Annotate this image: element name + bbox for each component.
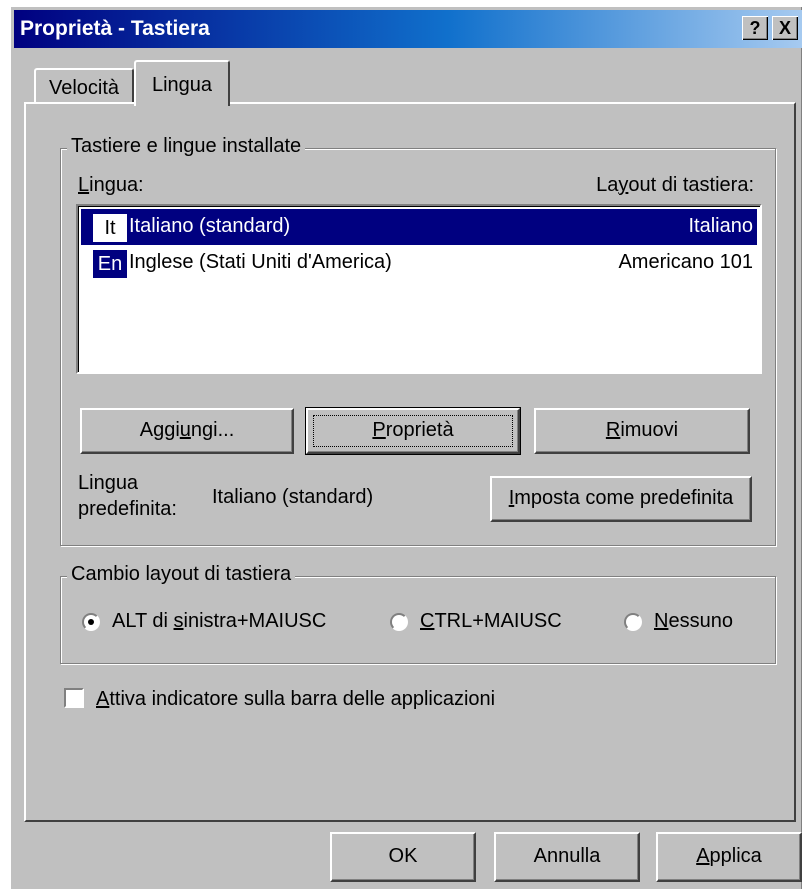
language-indicator-en: En	[93, 250, 127, 278]
remove-button[interactable]: Rimuovi	[534, 408, 750, 454]
set-default-button[interactable]: Imposta come predefinita	[490, 476, 752, 522]
taskbar-indicator-checkbox[interactable]	[64, 688, 84, 708]
language-name: Inglese (Stati Uniti d'America)	[129, 251, 392, 273]
help-button[interactable]: ?	[742, 16, 768, 40]
radio-button[interactable]	[390, 613, 408, 631]
radio-button[interactable]	[624, 613, 642, 631]
language-indicator-it: It	[93, 214, 127, 242]
properties-button[interactable]: Proprietà	[305, 407, 521, 455]
radio-ctrl-shift-label: CTRL+MAIUSC	[420, 610, 562, 632]
list-item[interactable]: It Italiano (standard) Italiano	[81, 209, 757, 245]
tab-lingua-label: Lingua	[151, 74, 213, 96]
ok-button[interactable]: OK	[330, 832, 476, 882]
close-button[interactable]: X	[772, 16, 798, 40]
switch-layout-group-label: Cambio layout di tastiera	[67, 563, 296, 586]
tab-velocita-label: Velocità	[48, 77, 120, 99]
keyboard-properties-dialog: Proprietà - Tastiera ? X Velocità Lingua…	[10, 6, 802, 889]
language-name: Italiano (standard)	[129, 215, 291, 237]
tab-velocita[interactable]: Velocità	[34, 68, 134, 104]
tab-lingua[interactable]: Lingua	[134, 60, 230, 106]
window-title: Proprietà - Tastiera	[20, 17, 210, 40]
layout-column-label: Layout di tastiera:	[596, 174, 754, 196]
taskbar-indicator-label: Attiva indicatore sulla barra delle appl…	[96, 688, 496, 710]
installed-languages-list[interactable]: It Italiano (standard) Italiano En Ingle…	[76, 204, 762, 374]
default-language-label: Lingua predefinita:	[78, 472, 177, 520]
radio-checked-dot	[88, 619, 94, 625]
title-bar[interactable]: Proprietà - Tastiera ? X	[14, 10, 802, 48]
language-column-label: Lingua:	[78, 174, 144, 196]
list-item[interactable]: En Inglese (Stati Uniti d'America) Ameri…	[81, 245, 757, 281]
radio-alt-shift-label: ALT di sinistra+MAIUSC	[112, 610, 327, 632]
radio-button[interactable]	[82, 613, 100, 631]
cancel-button[interactable]: Annulla	[494, 832, 640, 882]
radio-none-label: Nessuno	[654, 610, 733, 632]
default-language-value: Italiano (standard)	[212, 486, 374, 508]
installed-languages-group-label: Tastiere e lingue installate	[67, 135, 306, 158]
keyboard-layout: Americano 101	[618, 251, 753, 273]
apply-button[interactable]: Applica	[656, 832, 802, 882]
add-button[interactable]: Aggiungi...	[80, 408, 294, 454]
keyboard-layout: Italiano	[688, 215, 754, 237]
